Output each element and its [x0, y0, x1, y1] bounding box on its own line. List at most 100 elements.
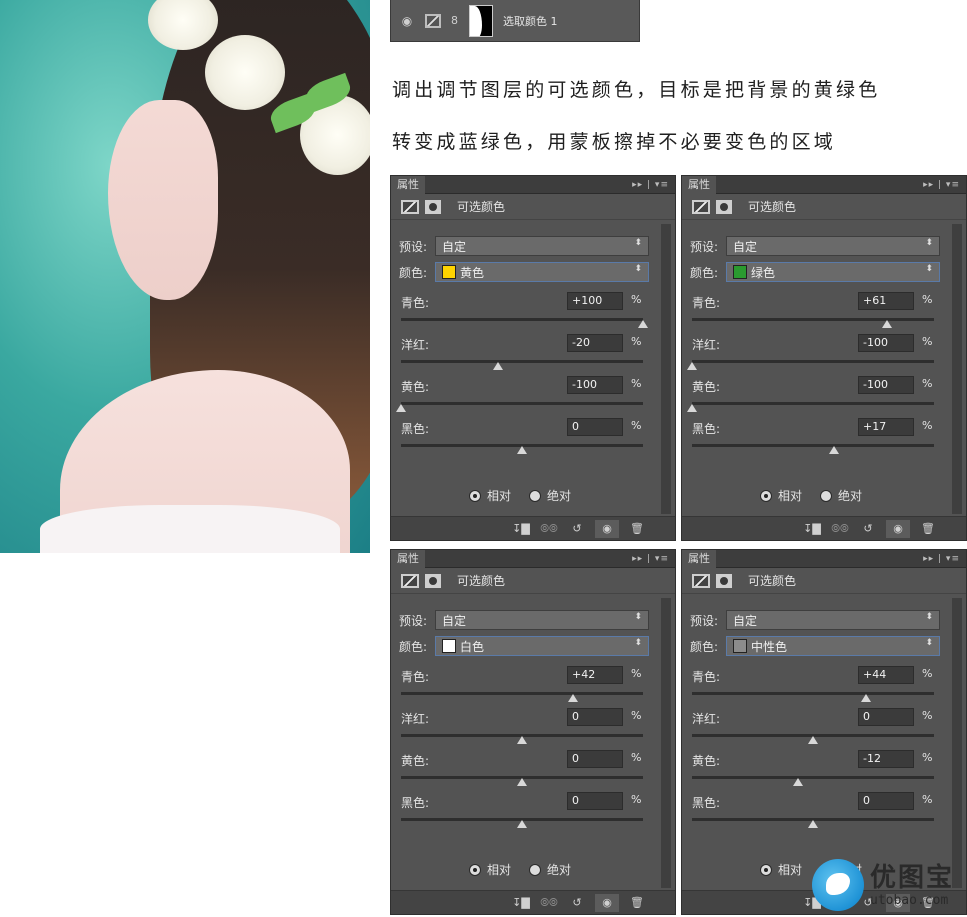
slider-track[interactable]	[401, 360, 643, 363]
slider-value-input[interactable]: +42	[567, 666, 623, 684]
radio-absolute[interactable]: 绝对	[820, 487, 862, 504]
view-previous-icon[interactable]: ⦾⦾	[537, 520, 561, 538]
panel-menu-icon[interactable]: ▸▸ | ▾≡	[632, 550, 669, 568]
reset-icon[interactable]: ↺	[565, 894, 589, 912]
panel-scrollbar[interactable]	[661, 598, 671, 888]
slider-value-input[interactable]: +44	[858, 666, 914, 684]
view-previous-icon[interactable]: ⦾⦾	[828, 520, 852, 538]
eye-icon[interactable]: ◉	[595, 894, 619, 912]
mask-icon[interactable]	[425, 199, 441, 214]
preset-select[interactable]: 自定 ⬍	[435, 236, 649, 256]
slider-thumb[interactable]	[861, 694, 872, 702]
mask-icon[interactable]	[716, 199, 732, 214]
adjustment-layer-row[interactable]: ◉ 8 选取颜色 1	[390, 0, 640, 42]
slider-value-input[interactable]: +17	[858, 418, 914, 436]
trash-icon[interactable]: 🗑	[916, 520, 940, 538]
slider-thumb[interactable]	[828, 446, 839, 454]
selective-color-icon[interactable]	[401, 199, 419, 214]
slider-value-input[interactable]: 0	[567, 792, 623, 810]
slider-value-input[interactable]: -100	[858, 376, 914, 394]
slider-track[interactable]	[401, 402, 643, 405]
panel-menu-icon[interactable]: ▸▸ | ▾≡	[923, 176, 960, 194]
slider-value-input[interactable]: 0	[567, 708, 623, 726]
slider-value-input[interactable]: +100	[567, 292, 623, 310]
slider-value-input[interactable]: -12	[858, 750, 914, 768]
eye-icon[interactable]: ◉	[595, 520, 619, 538]
trash-icon[interactable]: 🗑	[625, 894, 649, 912]
slider-thumb[interactable]	[517, 820, 527, 828]
eye-icon[interactable]: ◉	[886, 520, 910, 538]
layer-mask-thumbnail[interactable]	[469, 4, 493, 37]
slider-track[interactable]	[692, 692, 934, 695]
radio-relative[interactable]: 相对	[760, 861, 802, 878]
view-previous-icon[interactable]: ⦾⦾	[537, 894, 561, 912]
selective-color-icon[interactable]	[692, 573, 710, 588]
clip-to-layer-icon[interactable]: ↧▇	[509, 894, 533, 912]
radio-absolute[interactable]: 绝对	[529, 861, 571, 878]
radio-relative[interactable]: 相对	[760, 487, 802, 504]
slider-value-input[interactable]: +61	[858, 292, 914, 310]
clip-to-layer-icon[interactable]: ↧▇	[509, 520, 533, 538]
preset-select[interactable]: 自定 ⬍	[726, 610, 940, 630]
radio-dot-selected[interactable]	[760, 489, 772, 502]
slider-thumb[interactable]	[808, 820, 818, 828]
slider-track[interactable]	[692, 360, 934, 363]
slider-track[interactable]	[692, 318, 934, 321]
reset-icon[interactable]: ↺	[856, 520, 880, 538]
slider-thumb[interactable]	[396, 404, 406, 412]
mask-icon[interactable]	[425, 573, 441, 588]
radio-relative[interactable]: 相对	[469, 861, 511, 878]
panel-menu-icon[interactable]: ▸▸ | ▾≡	[632, 176, 669, 194]
color-select[interactable]: 黄色 ⬍	[435, 262, 649, 282]
eye-icon[interactable]: ◉	[399, 14, 415, 28]
slider-track[interactable]	[692, 402, 934, 405]
panel-scrollbar[interactable]	[952, 598, 962, 888]
slider-value-input[interactable]: -100	[567, 376, 623, 394]
slider-track[interactable]	[401, 692, 643, 695]
slider-thumb[interactable]	[517, 778, 527, 786]
slider-track[interactable]	[401, 318, 643, 321]
panel-menu-icon[interactable]: ▸▸ | ▾≡	[923, 550, 960, 568]
tab-properties[interactable]: 属性	[682, 550, 716, 568]
tab-properties[interactable]: 属性	[391, 550, 425, 568]
radio-dot-selected[interactable]	[469, 863, 481, 876]
color-select[interactable]: 中性色 ⬍	[726, 636, 940, 656]
radio-dot-selected[interactable]	[469, 489, 481, 502]
radio-dot[interactable]	[529, 489, 542, 502]
reset-icon[interactable]: ↺	[565, 520, 589, 538]
slider-thumb[interactable]	[492, 362, 503, 370]
slider-value-input[interactable]: -20	[567, 334, 623, 352]
slider-value-input[interactable]: 0	[567, 750, 623, 768]
slider-thumb[interactable]	[567, 694, 578, 702]
preset-select[interactable]: 自定 ⬍	[726, 236, 940, 256]
clip-to-layer-icon[interactable]: ↧▇	[800, 520, 824, 538]
selective-color-icon[interactable]	[401, 573, 419, 588]
radio-relative[interactable]: 相对	[469, 487, 511, 504]
radio-absolute[interactable]: 绝对	[529, 487, 571, 504]
slider-value-input[interactable]: 0	[567, 418, 623, 436]
slider-thumb[interactable]	[517, 736, 527, 744]
slider-value-input[interactable]: 0	[858, 708, 914, 726]
link-icon[interactable]: 8	[451, 14, 459, 27]
slider-thumb[interactable]	[881, 320, 892, 328]
panel-scrollbar[interactable]	[661, 224, 671, 514]
slider-thumb[interactable]	[687, 404, 697, 412]
tab-properties[interactable]: 属性	[391, 176, 425, 194]
radio-dot[interactable]	[820, 489, 833, 502]
slider-thumb[interactable]	[517, 446, 527, 454]
slider-track[interactable]	[692, 776, 934, 779]
radio-dot[interactable]	[529, 863, 542, 876]
radio-dot-selected[interactable]	[760, 863, 772, 876]
preset-select[interactable]: 自定 ⬍	[435, 610, 649, 630]
tab-properties[interactable]: 属性	[682, 176, 716, 194]
slider-value-input[interactable]: 0	[858, 792, 914, 810]
slider-value-input[interactable]: -100	[858, 334, 914, 352]
slider-thumb[interactable]	[687, 362, 697, 370]
mask-icon[interactable]	[716, 573, 732, 588]
slider-thumb[interactable]	[638, 320, 648, 328]
trash-icon[interactable]: 🗑	[625, 520, 649, 538]
selective-color-icon[interactable]	[692, 199, 710, 214]
color-select[interactable]: 绿色 ⬍	[726, 262, 940, 282]
slider-track[interactable]	[692, 444, 934, 447]
color-select[interactable]: 白色 ⬍	[435, 636, 649, 656]
